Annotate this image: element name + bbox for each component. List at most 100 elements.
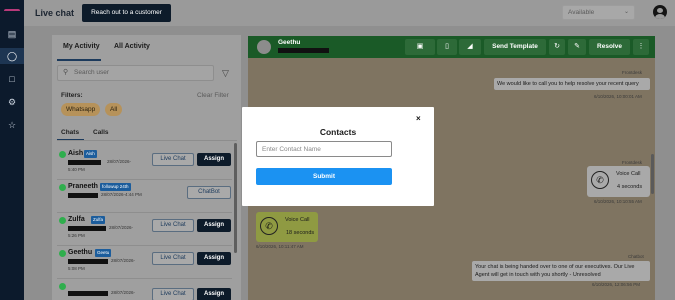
resolve-button[interactable]: Resolve [589, 39, 630, 55]
navigation-rail: ▤ ◯ □ ⚙ ☆ [0, 0, 24, 300]
chat-date: 28/07/2026- [109, 225, 134, 230]
assign-button[interactable]: Assign [197, 153, 231, 166]
redacted-phone [278, 48, 329, 53]
live-chat-button[interactable]: Live Chat [152, 252, 194, 265]
search-icon: ⚲ [63, 69, 69, 76]
chat-list-item[interactable]: 28/07/2026- Live Chat Assign [57, 280, 232, 300]
chat-list-item[interactable]: Zulfa Zulfa 28/07/2026- 5:26 PM Live Cha… [57, 214, 232, 246]
call-label: Voice Call [616, 171, 641, 177]
refresh-icon[interactable]: ↻ [549, 39, 565, 55]
availability-select[interactable]: Available ⌄ [562, 5, 635, 20]
message-timestamp: 6/10/2026, 10:10:55 AM [594, 199, 642, 204]
chat-date: 28/07/2026- [111, 290, 136, 295]
search-input[interactable]: ⚲ Search user [57, 65, 214, 81]
chat-list-item[interactable]: Aish Aish 28/07/2026- 5:40 PM Live Chat … [57, 148, 232, 180]
tag-badge: Zulfa [91, 216, 106, 224]
star-icon[interactable]: ☆ [6, 119, 18, 131]
live-chat-button[interactable]: Live Chat [152, 153, 194, 166]
contact-name-input[interactable] [256, 141, 392, 157]
whatsapp-icon [59, 151, 66, 158]
chat-list-item[interactable]: Praneeth followup 24th 28/07/2026-4:44 P… [57, 181, 232, 213]
message-timestamp: 6/10/2026, 10:11:47 AM [256, 244, 304, 249]
scrollbar[interactable] [234, 143, 237, 253]
tag-badge: followup 24th [100, 183, 131, 191]
chat-date: 28/07/2026-4:44 PM [101, 192, 142, 197]
contacts-modal: Contacts × Submit [242, 107, 434, 206]
call-duration: 4 seconds [617, 184, 643, 190]
chat-time: 5:08 PM [68, 266, 85, 271]
headset-icon[interactable]: ◯ [0, 48, 24, 64]
subtab-chats[interactable]: Chats [61, 129, 79, 136]
assign-button[interactable]: Assign [197, 219, 231, 232]
message-sender: Frontdesk [622, 160, 643, 165]
user-avatar-icon[interactable] [653, 5, 667, 19]
voice-call-card[interactable]: ✆ Voice Call 18 seconds [256, 212, 318, 242]
live-chat-button[interactable]: Live Chat [152, 219, 194, 232]
whatsapp-icon [59, 217, 66, 224]
filter-chip-all[interactable]: All [105, 103, 123, 116]
chat-time: 5:40 PM [68, 167, 85, 172]
phone-call-icon: ✆ [260, 217, 278, 235]
message-sender: Frontdesk [622, 70, 643, 75]
chat-contact-name: Geethu [278, 39, 301, 46]
message-bubble: Your chat is being handed over to one of… [472, 261, 650, 281]
active-tab-indicator [57, 59, 101, 61]
availability-value: Available [568, 9, 595, 16]
redacted-phone [68, 160, 101, 165]
assign-button[interactable]: Assign [197, 288, 231, 300]
chat-date: 28/07/2026- [111, 258, 136, 263]
chatbot-button[interactable]: ChatBot [187, 186, 231, 199]
phone-call-icon: ✆ [591, 171, 609, 189]
clear-filter-link[interactable]: Clear Filter [197, 92, 229, 99]
search-placeholder: Search user [74, 69, 110, 76]
chart-icon[interactable]: ▤ [6, 28, 18, 40]
top-bar: Live chat Reach out to a customer Availa… [24, 0, 675, 26]
contact-name: Aish [68, 150, 84, 157]
contact-name: Zulfa [68, 216, 85, 223]
whatsapp-icon [59, 184, 66, 191]
page-title: Live chat [35, 8, 75, 18]
send-template-button[interactable]: Send Template [484, 39, 546, 55]
brand-logo [4, 9, 20, 13]
call-duration: 18 seconds [286, 230, 315, 236]
message-timestamp: 6/10/2026, 10:00:01 AM [594, 94, 642, 99]
tab-my-activity[interactable]: My Activity [63, 43, 100, 50]
redacted-phone [68, 226, 106, 231]
submit-button[interactable]: Submit [256, 168, 392, 185]
tag-badge: Aish [84, 150, 97, 158]
call-label: Voice Call [285, 217, 310, 223]
voice-call-card[interactable]: ✆ Voice Call 4 seconds [587, 166, 650, 197]
redacted-phone [68, 259, 108, 264]
phone-icon[interactable]: ▯ [437, 39, 457, 55]
agent-transfer-icon[interactable]: ▣ [405, 39, 435, 55]
filter-chip-whatsapp[interactable]: Whatsapp [61, 103, 101, 116]
conversation-list-panel: My Activity All Activity ⚲ Search user ▽… [52, 35, 241, 300]
chat-time: 5:26 PM [68, 233, 85, 238]
chevron-down-icon: ⌄ [623, 9, 629, 15]
gear-icon[interactable]: ⚙ [6, 96, 18, 108]
tab-all-activity[interactable]: All Activity [114, 43, 150, 50]
document-icon[interactable]: □ [6, 73, 18, 85]
edit-icon[interactable]: ✎ [568, 39, 586, 55]
message-timestamp: 6/10/2026, 12:06:56 PM [592, 282, 641, 287]
message-bubble: We would like to call you to help resolv… [494, 78, 650, 90]
live-chat-button[interactable]: Live Chat [152, 288, 194, 300]
contact-name: Praneeth [68, 183, 98, 190]
filters-label: Filters: [61, 92, 83, 99]
redacted-phone [68, 193, 98, 198]
assign-button[interactable]: Assign [197, 252, 231, 265]
filter-icon[interactable]: ▽ [222, 68, 229, 79]
chat-scrollbar[interactable] [651, 154, 654, 194]
contact-avatar [257, 40, 271, 54]
more-options-icon[interactable]: ⋮ [633, 39, 649, 55]
whatsapp-icon [59, 250, 66, 257]
chat-header: Geethu ▣ ▯ ◢ Send Template ↻ ✎ Resolve ⋮ [248, 36, 655, 58]
tag-icon[interactable]: ◢ [459, 39, 481, 55]
subtab-calls[interactable]: Calls [93, 129, 109, 136]
divider [57, 140, 237, 141]
close-icon[interactable]: × [416, 114, 421, 123]
reach-out-button[interactable]: Reach out to a customer [82, 4, 171, 22]
chat-list-item[interactable]: Geethu Geetu 28/07/2026- 5:08 PM Live Ch… [57, 247, 232, 279]
whatsapp-icon [59, 283, 66, 290]
contact-name: Geethu [68, 249, 93, 256]
